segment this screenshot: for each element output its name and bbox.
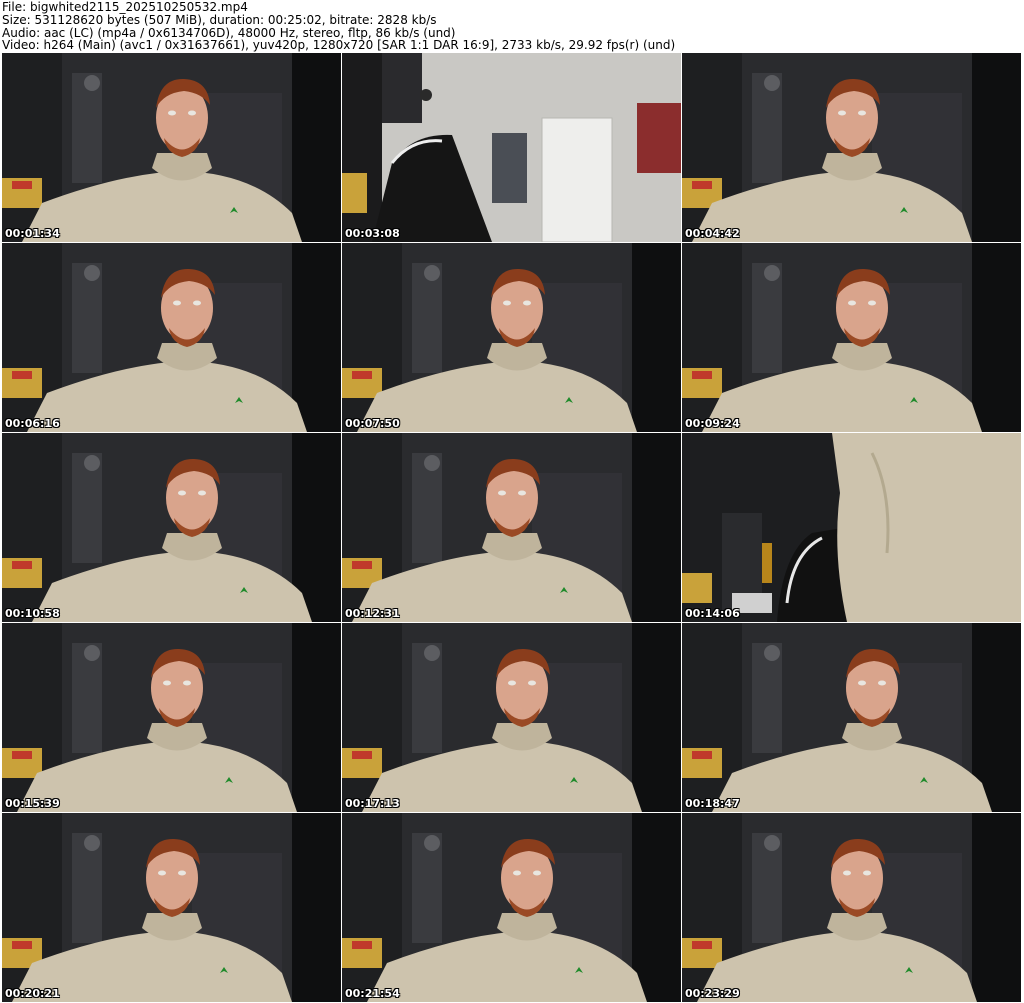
video-thumbnail[interactable]: 00:04:42 [682, 53, 1021, 242]
thumbnail-frame-image [682, 433, 1021, 622]
thumbnail-frame-image [682, 243, 1021, 432]
thumbnail-frame-image [342, 433, 681, 622]
thumbnail-frame-image [682, 813, 1021, 1002]
video-thumbnail[interactable]: 00:01:34 [2, 53, 341, 242]
thumbnail-frame-image [682, 53, 1021, 242]
video-thumbnail[interactable]: 00:12:31 [342, 433, 681, 622]
thumbnail-timestamp: 00:10:58 [5, 607, 60, 620]
thumbnail-timestamp: 00:07:50 [345, 417, 400, 430]
thumbnail-frame-image [682, 623, 1021, 812]
video-info-line: Video: h264 (Main) (avc1 / 0x31637661), … [2, 38, 676, 52]
video-thumbnail[interactable]: 00:09:24 [682, 243, 1021, 432]
thumbnail-timestamp: 00:06:16 [5, 417, 60, 430]
thumbnail-timestamp: 00:15:39 [5, 797, 60, 810]
video-thumbnail[interactable]: 00:06:16 [2, 243, 341, 432]
thumbnail-timestamp: 00:21:54 [345, 987, 400, 1000]
thumbnail-timestamp: 00:20:21 [5, 987, 60, 1000]
thumbnail-frame-image [2, 53, 341, 242]
thumbnail-frame-image [2, 433, 341, 622]
thumbnail-timestamp: 00:18:47 [685, 797, 740, 810]
video-thumbnail[interactable]: 00:14:06 [682, 433, 1021, 622]
thumbnail-timestamp: 00:01:34 [5, 227, 60, 240]
thumbnail-timestamp: 00:14:06 [685, 607, 740, 620]
video-thumbnail[interactable]: 00:18:47 [682, 623, 1021, 812]
video-thumbnail[interactable]: 00:07:50 [342, 243, 681, 432]
info-header: File: bigwhited2115_202510250532.mp4 Siz… [0, 0, 1024, 52]
video-thumbnail[interactable]: 00:21:54 [342, 813, 681, 1002]
thumbnail-timestamp: 00:17:13 [345, 797, 400, 810]
thumbnail-grid: 00:01:34 00:03:08 00:04:42 00:06:16 00:0… [2, 53, 1022, 1003]
video-thumbnail[interactable]: 00:20:21 [2, 813, 341, 1002]
thumbnail-frame-image [342, 623, 681, 812]
thumbnail-frame-image [342, 53, 681, 242]
thumbnail-frame-image [342, 243, 681, 432]
thumbnail-frame-image [342, 813, 681, 1002]
thumbnail-timestamp: 00:23:29 [685, 987, 740, 1000]
thumbnail-frame-image [2, 623, 341, 812]
thumbnail-timestamp: 00:12:31 [345, 607, 400, 620]
thumbnail-timestamp: 00:03:08 [345, 227, 400, 240]
video-thumbnail[interactable]: 00:10:58 [2, 433, 341, 622]
thumbnail-frame-image [2, 243, 341, 432]
thumbnail-timestamp: 00:04:42 [685, 227, 740, 240]
video-thumbnail[interactable]: 00:17:13 [342, 623, 681, 812]
video-thumbnail[interactable]: 00:15:39 [2, 623, 341, 812]
thumbnail-timestamp: 00:09:24 [685, 417, 740, 430]
video-thumbnail[interactable]: 00:03:08 [342, 53, 681, 242]
video-thumbnail[interactable]: 00:23:29 [682, 813, 1021, 1002]
thumbnail-frame-image [2, 813, 341, 1002]
